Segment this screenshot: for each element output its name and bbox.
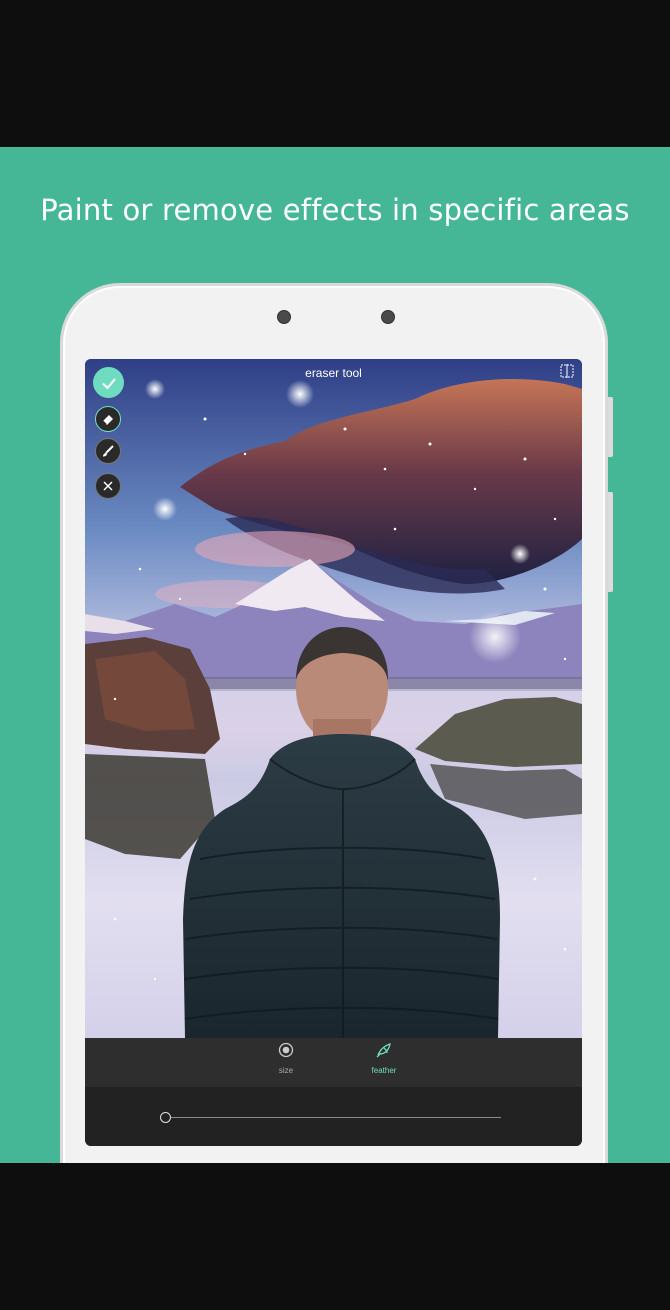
close-icon [103, 481, 113, 491]
feather-slider-track[interactable] [165, 1117, 501, 1118]
screen-title: eraser tool [305, 366, 362, 380]
tab-feather-label: feather [371, 1066, 397, 1075]
promo-headline: Paint or remove effects in specific area… [40, 193, 630, 227]
tablet-power-button [608, 492, 613, 592]
tablet-volume-button [608, 397, 613, 457]
promo-banner: Paint or remove effects in specific area… [0, 147, 670, 1163]
eraser-button[interactable] [95, 406, 121, 432]
feather-slider-panel [85, 1087, 582, 1146]
brush-button[interactable] [95, 438, 121, 464]
tab-size[interactable]: size [256, 1042, 316, 1075]
tool-options-tabs: size feather [85, 1038, 582, 1087]
brush-icon [103, 445, 114, 457]
feather-slider-thumb[interactable] [159, 1112, 171, 1123]
size-circle-icon [278, 1042, 294, 1058]
checkmark-icon [101, 377, 116, 389]
compare-split-icon[interactable] [560, 364, 574, 378]
apply-button[interactable] [93, 367, 124, 398]
tab-feather[interactable]: feather [354, 1042, 414, 1075]
close-button[interactable] [95, 473, 121, 499]
edited-photo[interactable] [85, 359, 582, 1038]
eraser-icon [102, 415, 113, 425]
tab-size-label: size [278, 1066, 294, 1075]
app-screen: eraser tool size feather [85, 359, 582, 1146]
tablet-camera-icon [277, 310, 291, 324]
tablet-sensor-icon [381, 310, 395, 324]
feather-icon [376, 1043, 391, 1058]
